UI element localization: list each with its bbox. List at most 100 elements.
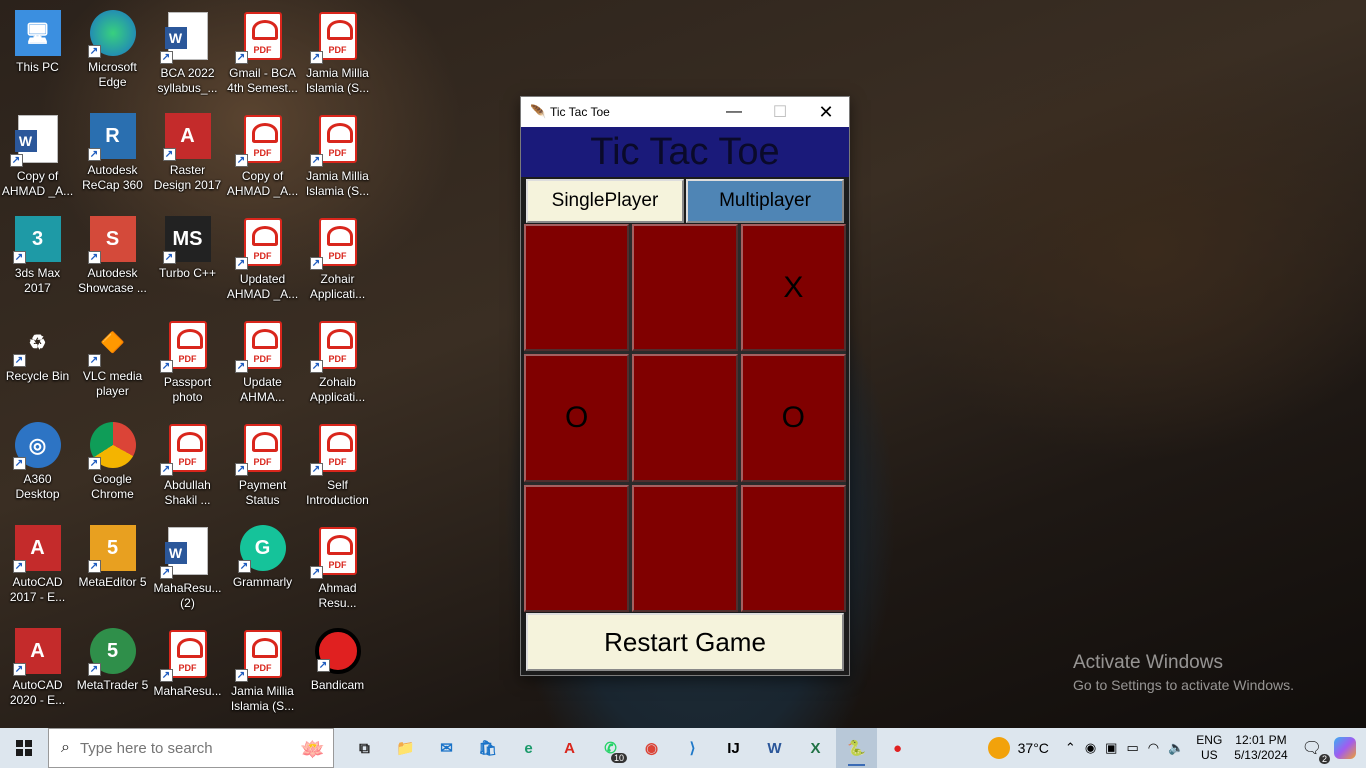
desktop-icon[interactable]: ♻ ↗ Recycle Bin (0, 311, 75, 411)
board-cell-1[interactable] (524, 224, 630, 352)
pdf-icon: PDF ↗ (309, 525, 364, 579)
shortcut-arrow-icon: ↗ (234, 154, 248, 167)
board-cell-5[interactable] (632, 354, 738, 482)
board-cell-2[interactable] (632, 224, 738, 352)
desktop-icon[interactable]: A ↗ AutoCAD 2017 - E... (0, 517, 75, 617)
taskbar-mail-button[interactable]: ✉ (426, 728, 467, 768)
desktop-icon[interactable]: PDF ↗ Jamia Millia Islamia (S... (225, 620, 300, 720)
microsoft-store-icon: 🛍 (477, 740, 498, 757)
taskbar-vscode-button[interactable]: ⟩ (672, 728, 713, 768)
desktop-icon[interactable]: 3 ↗ 3ds Max 2017 (0, 208, 75, 308)
shortcut-arrow-icon: ↗ (309, 463, 323, 476)
clock[interactable]: 12:01 PM 5/13/2024 (1234, 733, 1287, 763)
desktop-icon[interactable]: ↗ MahaResu... (2) (150, 517, 225, 617)
desktop-icon-label: Update AHMA... (240, 375, 285, 404)
desktop-icon-label: MahaResu... (153, 684, 222, 698)
desktop-icon[interactable]: 🖥 This PC (0, 2, 75, 102)
desktop-icon[interactable]: G ↗ Grammarly (225, 517, 300, 617)
desktop-icon[interactable]: 5 ↗ MetaEditor 5 (75, 517, 150, 617)
desktop-icon[interactable]: PDF ↗ Ahmad Resu... (300, 517, 375, 617)
taskbar-intellij-button[interactable]: IJ (713, 728, 754, 768)
pdf-icon: PDF ↗ (309, 113, 364, 167)
desktop-icon-label: Gmail - BCA 4th Semest... (227, 66, 298, 95)
language-indicator[interactable]: ENG US (1196, 733, 1222, 763)
desktop-icon[interactable]: PDF ↗ Updated AHMAD _A... (225, 208, 300, 308)
desktop-icon[interactable]: ↗ Microsoft Edge (75, 2, 150, 102)
battery-icon[interactable]: ▭ (1126, 740, 1138, 756)
taskbar-word-button[interactable]: W (754, 728, 795, 768)
desktop-icon[interactable]: 5 ↗ MetaTrader 5 (75, 620, 150, 720)
minimize-button[interactable]: — (711, 97, 757, 127)
desktop-icon[interactable]: PDF ↗ MahaResu... (150, 620, 225, 720)
start-button[interactable] (0, 728, 48, 768)
desktop-icon[interactable]: 🔶 ↗ VLC media player (75, 311, 150, 411)
shortcut-arrow-icon: ↗ (87, 663, 101, 676)
taskbar-microsoft-store-button[interactable]: 🛍 (467, 728, 508, 768)
desktop-icon[interactable]: PDF ↗ Zohair Applicati... (300, 208, 375, 308)
restart-game-button[interactable]: Restart Game (526, 613, 844, 671)
mail-icon: ✉ (440, 740, 453, 757)
search-input[interactable] (79, 739, 260, 757)
desktop-icon[interactable]: PDF ↗ Gmail - BCA 4th Semest... (225, 2, 300, 102)
desktop-icon[interactable]: PDF ↗ Jamia Millia Islamia (S... (300, 105, 375, 205)
taskbar-chrome-button[interactable]: ◉ (631, 728, 672, 768)
volume-icon[interactable]: 🔈 (1168, 740, 1184, 756)
desktop-icon[interactable]: PDF ↗ Copy of AHMAD _A... (225, 105, 300, 205)
board-cell-4[interactable]: O (524, 354, 630, 482)
taskbar-search[interactable]: ⌕ 🪷 (48, 728, 334, 768)
shortcut-arrow-icon: ↗ (159, 51, 173, 64)
desktop-icon[interactable]: ↗ BCA 2022 syllabus_... (150, 2, 225, 102)
close-button[interactable]: ✕ (803, 97, 849, 127)
desktop-icon[interactable]: ◎ ↗ A360 Desktop (0, 414, 75, 514)
desktop-icon[interactable]: PDF ↗ Self Introduction (300, 414, 375, 514)
meet-icon[interactable]: ▣ (1105, 740, 1117, 756)
tray-icons: ⌃ ◉ ▣ ▭ ◠ 🔈 (1065, 740, 1184, 756)
desktop-icon[interactable]: S ↗ Autodesk Showcase ... (75, 208, 150, 308)
desktop-icon[interactable]: MS ↗ Turbo C++ (150, 208, 225, 308)
shortcut-arrow-icon: ↗ (309, 360, 323, 373)
shortcut-arrow-icon: ↗ (309, 566, 323, 579)
window-titlebar[interactable]: 🪶 Tic Tac Toe — ☐ ✕ (521, 97, 849, 127)
taskbar-bandicam-button[interactable]: ● (877, 728, 918, 768)
maximize-button[interactable]: ☐ (757, 97, 803, 127)
board-cell-7[interactable] (524, 484, 630, 612)
chevron-up-icon[interactable]: ⌃ (1065, 740, 1076, 756)
board-cell-3[interactable]: X (740, 224, 846, 352)
taskbar-excel-button[interactable]: X (795, 728, 836, 768)
taskbar-edge-button[interactable]: e (508, 728, 549, 768)
word-icon: W (767, 739, 782, 757)
desktop-icon[interactable]: A ↗ AutoCAD 2020 - E... (0, 620, 75, 720)
desktop-icon-label: Zohair Applicati... (309, 272, 366, 301)
shortcut-arrow-icon: ↗ (162, 148, 176, 161)
3ds-max-icon: 3 ↗ (12, 216, 61, 264)
desktop-icon[interactable]: PDF ↗ Passport photo (150, 311, 225, 411)
desktop-icon[interactable]: ↗ Google Chrome (75, 414, 150, 514)
singleplayer-button[interactable]: SinglePlayer (526, 179, 684, 223)
desktop-icon[interactable]: PDF ↗ Zohaib Applicati... (300, 311, 375, 411)
desktop-icon[interactable]: PDF ↗ Update AHMA... (225, 311, 300, 411)
copilot-icon[interactable] (1334, 737, 1356, 759)
desktop-icon[interactable]: ↗ Copy of AHMAD _A... (0, 105, 75, 205)
taskbar-acrobat-button[interactable]: A (549, 728, 590, 768)
notifications-button[interactable]: 🗨 2 (1302, 738, 1330, 764)
desktop-icon[interactable]: A↗Raster Design 2017 on Au... (150, 105, 225, 205)
taskbar-whatsapp-button[interactable]: ✆ 10 (590, 728, 631, 768)
wifi-icon[interactable]: ◠ (1148, 740, 1159, 756)
desktop-icon[interactable]: R ↗ Autodesk ReCap 360 (75, 105, 150, 205)
record-icon[interactable]: ◉ (1085, 740, 1096, 756)
python-icon: 🐍 (847, 740, 866, 757)
desktop-icon-label: This PC (16, 60, 59, 74)
taskbar-file-explorer-button[interactable]: 📁 (385, 728, 426, 768)
desktop-icon-label: 3ds Max 2017 (14, 266, 61, 295)
board-cell-6[interactable]: O (740, 354, 846, 482)
taskbar-python-button[interactable]: 🐍 (836, 728, 877, 768)
board-cell-8[interactable] (632, 484, 738, 612)
weather-widget[interactable]: 37°C (987, 737, 1049, 759)
desktop-icon[interactable]: ↗ Bandicam (300, 620, 375, 720)
taskbar-task-view-button[interactable]: ⧉ (344, 728, 385, 768)
board-cell-9[interactable] (740, 484, 846, 612)
desktop-icon[interactable]: PDF ↗ Jamia Millia Islamia (S... (300, 2, 375, 102)
multiplayer-button[interactable]: Multiplayer (686, 179, 844, 223)
desktop-icon[interactable]: PDF ↗ Payment Status (225, 414, 300, 514)
desktop-icon[interactable]: PDF ↗ Abdullah Shakil ... (150, 414, 225, 514)
